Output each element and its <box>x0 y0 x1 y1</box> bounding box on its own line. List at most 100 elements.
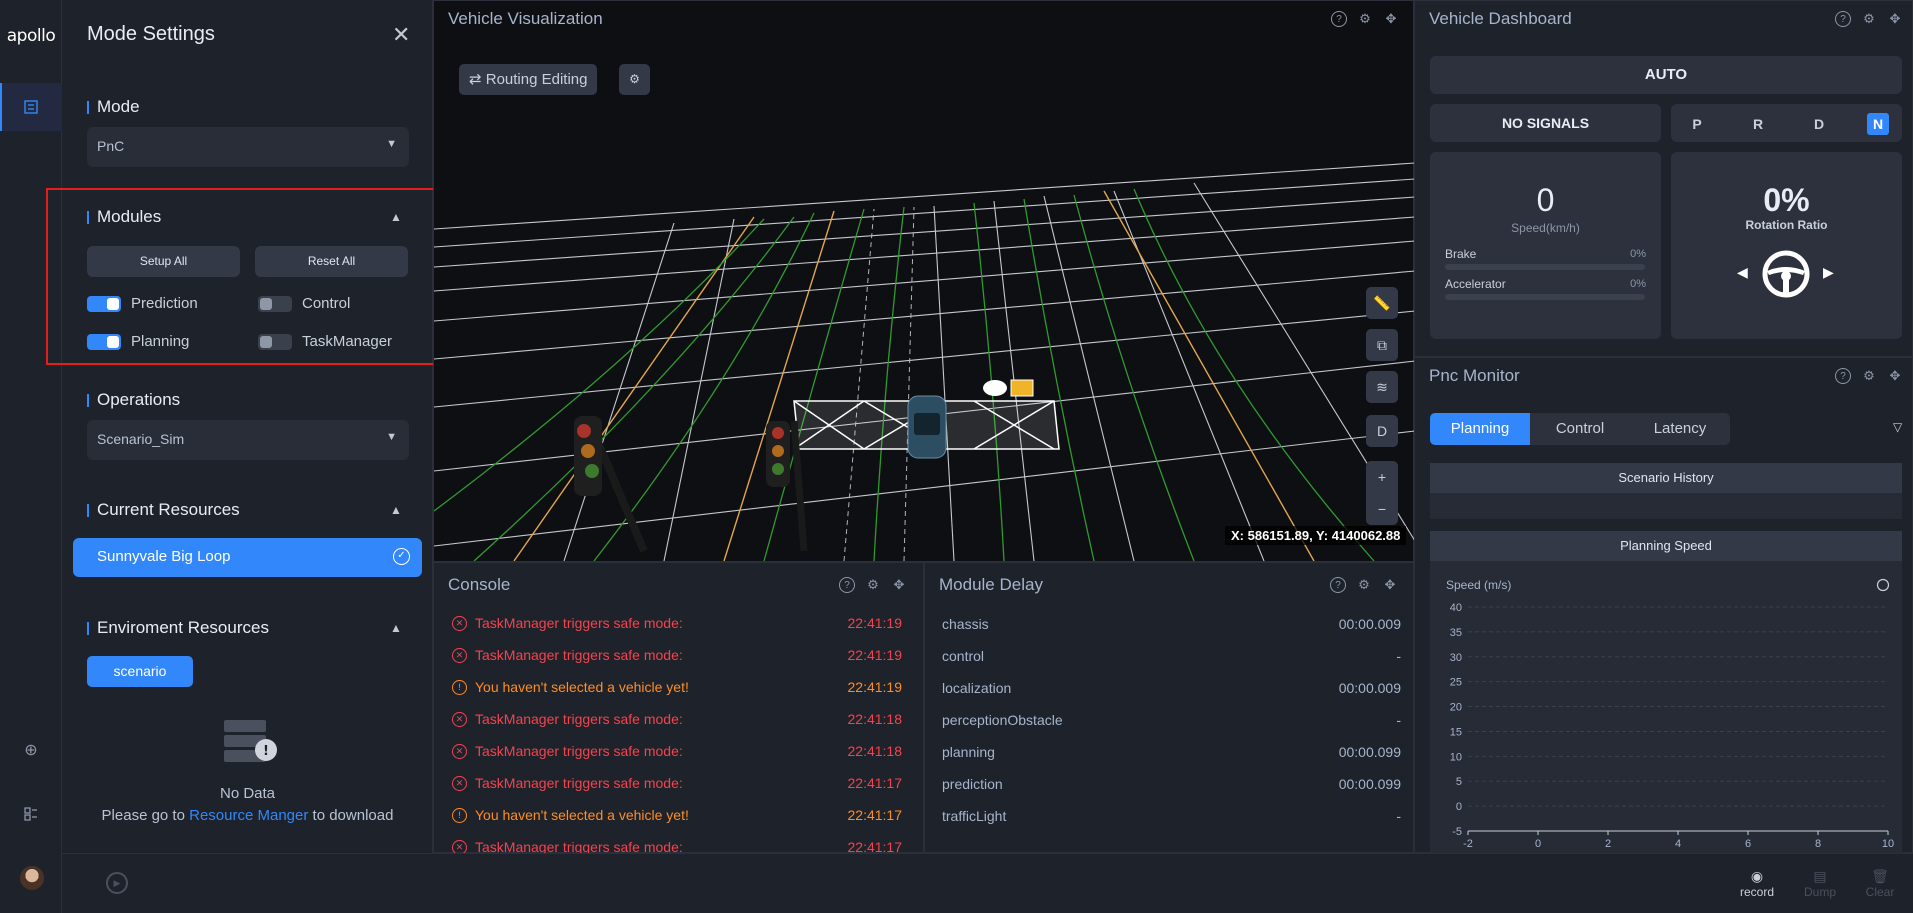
x-tick-label: 4 <box>1675 838 1681 850</box>
module-toggle-taskmanager[interactable]: TaskManager <box>258 333 392 350</box>
module-toggle-control[interactable]: Control <box>258 295 350 312</box>
refresh-icon[interactable] <box>1876 578 1890 592</box>
folder-icon: ▤ <box>1813 868 1827 884</box>
camera-settings-icon[interactable]: ⚙ <box>619 64 650 95</box>
resource-manager-icon[interactable] <box>0 790 62 838</box>
module-toggle-planning[interactable]: Planning <box>87 333 189 350</box>
coordinate-readout: X: 586151.89, Y: 4140062.88 <box>1225 526 1407 545</box>
user-avatar[interactable] <box>20 866 44 890</box>
toggle-switch[interactable] <box>258 295 292 312</box>
operations-select[interactable]: Scenario_Sim ▼ <box>87 420 409 460</box>
console-panel: Console ? ⚙ ✥ ✕ TaskManager triggers safe… <box>433 562 924 855</box>
ruler-icon[interactable]: 📏 <box>1366 287 1398 319</box>
brake-label: Brake <box>1445 247 1477 261</box>
help-icon[interactable]: ? <box>1835 368 1851 384</box>
layers-icon[interactable]: ≋ <box>1366 371 1398 403</box>
help-icon[interactable]: ? <box>1835 11 1851 27</box>
reset-all-button[interactable]: Reset All <box>255 246 408 277</box>
gear-icon[interactable]: ⚙ <box>1861 11 1877 27</box>
drag-icon[interactable]: ✥ <box>1382 577 1398 593</box>
console-row: ! You haven't selected a vehicle yet! 22:4… <box>452 679 902 695</box>
scenario-history-title: Scenario History <box>1430 463 1902 493</box>
nav-rail: apollo ⊕ <box>0 0 62 913</box>
module-toggle-prediction[interactable]: Prediction <box>87 295 198 312</box>
delay-row: planning 00:00.099 <box>942 744 1401 760</box>
play-icon[interactable]: ▶ <box>106 872 128 894</box>
module-delay-value: - <box>1396 648 1401 664</box>
chevron-up-icon[interactable]: ▲ <box>390 621 402 635</box>
y-tick-label: 15 <box>1450 726 1462 738</box>
setup-all-button[interactable]: Setup All <box>87 246 240 277</box>
copy-icon[interactable]: ⧉ <box>1366 329 1398 361</box>
mode-settings-nav-icon[interactable] <box>0 83 62 131</box>
close-icon[interactable]: ✕ <box>392 22 410 48</box>
help-icon[interactable]: ? <box>1331 11 1347 27</box>
add-panel-icon[interactable]: ⊕ <box>0 726 62 774</box>
planning-speed-chart: Speed (m/s) 40 35 30 25 20 15 10 5 0 -5-2 0 2 4 6 8 10 <box>1446 578 1894 850</box>
y-tick-label: 10 <box>1450 751 1462 763</box>
drag-icon[interactable]: ✥ <box>891 577 907 593</box>
drag-icon[interactable]: ✥ <box>1887 11 1903 27</box>
zoom-out-button[interactable]: − <box>1366 493 1398 525</box>
scene-canvas[interactable] <box>434 41 1415 561</box>
gear-icon[interactable]: ⚙ <box>1861 368 1877 384</box>
console-message: TaskManager triggers safe mode: <box>475 743 683 759</box>
tab-control[interactable]: Control <box>1530 413 1630 445</box>
toggle-switch[interactable] <box>87 333 121 350</box>
panel-title: Mode Settings <box>87 23 215 45</box>
arrow-right-icon: ▶ <box>1823 264 1834 280</box>
module-name: perceptionObstacle <box>942 712 1063 728</box>
dump-label: Dump <box>1803 885 1836 899</box>
delay-row: control - <box>942 648 1401 664</box>
accelerator-label: Accelerator <box>1445 277 1506 291</box>
chevron-down-icon: ▼ <box>386 138 397 150</box>
svg-text:!: ! <box>263 744 269 759</box>
chevron-up-icon[interactable]: ▲ <box>390 503 402 517</box>
zoom-in-button[interactable]: + <box>1366 461 1398 493</box>
panel-title: Vehicle Visualization <box>448 9 603 28</box>
help-icon[interactable]: ? <box>839 577 855 593</box>
tab-latency[interactable]: Latency <box>1630 413 1730 445</box>
console-time: 22:41:17 <box>847 775 903 791</box>
tab-planning[interactable]: Planning <box>1430 413 1530 445</box>
toggle-switch[interactable] <box>87 295 121 312</box>
gear-icon[interactable]: ⚙ <box>865 577 881 593</box>
y-tick-label: 30 <box>1450 652 1462 664</box>
pnc-tabs: Planning Control Latency <box>1430 413 1730 445</box>
y-tick-label: 35 <box>1450 627 1462 639</box>
panel-title: Console <box>448 575 511 594</box>
no-data-hint: Please go to Resource Manger to download <box>62 807 432 824</box>
env-resources-label: Enviroment Resources <box>87 618 269 638</box>
toggle-switch[interactable] <box>258 333 292 350</box>
console-message: TaskManager triggers safe mode: <box>475 711 683 727</box>
no-data-icon: ! <box>224 720 277 762</box>
console-message: You haven't selected a vehicle yet! <box>475 679 689 695</box>
resource-manager-link[interactable]: Resource Manger <box>189 807 308 824</box>
scenario-tag-button[interactable]: scenario <box>87 656 193 687</box>
panel-actions: ? ⚙ ✥ <box>1331 11 1399 27</box>
planning-speed-panel: Planning Speed Speed (m/s) 40 35 30 25 20 15 10… <box>1430 531 1902 854</box>
filter-icon[interactable]: ▽ <box>1893 420 1902 434</box>
resource-item-selected[interactable]: Sunnyvale Big Loop ✓ <box>73 538 422 577</box>
gear-icon[interactable]: ⚙ <box>1357 11 1373 27</box>
drag-icon[interactable]: ✥ <box>1887 368 1903 384</box>
dump-button[interactable]: ▤ Dump <box>1800 868 1840 899</box>
drag-icon[interactable]: ✥ <box>1383 11 1399 27</box>
operations-label: Operations <box>87 390 180 410</box>
mode-select[interactable]: PnC ▼ <box>87 127 409 167</box>
routing-editing-button[interactable]: ⇄ Routing Editing <box>459 64 598 95</box>
y-tick-label: 5 <box>1456 776 1462 788</box>
chevron-up-icon[interactable]: ▲ <box>390 210 402 224</box>
console-row: ✕ TaskManager triggers safe mode: 22:41:17 <box>452 775 902 791</box>
view-mode-button[interactable]: D <box>1366 415 1398 447</box>
clear-button[interactable]: 🗑 Clear <box>1860 868 1900 899</box>
module-delay-value: 00:00.009 <box>1338 680 1401 696</box>
record-button[interactable]: ◉ record <box>1737 868 1777 899</box>
no-data-text: No Data <box>219 785 276 802</box>
panel-title: Module Delay <box>939 575 1043 594</box>
module-delay-value: 00:00.009 <box>1338 616 1401 632</box>
x-tick-label: 0 <box>1535 838 1541 850</box>
chevron-down-icon: ▼ <box>386 431 397 443</box>
gear-icon[interactable]: ⚙ <box>1356 577 1372 593</box>
help-icon[interactable]: ? <box>1330 577 1346 593</box>
